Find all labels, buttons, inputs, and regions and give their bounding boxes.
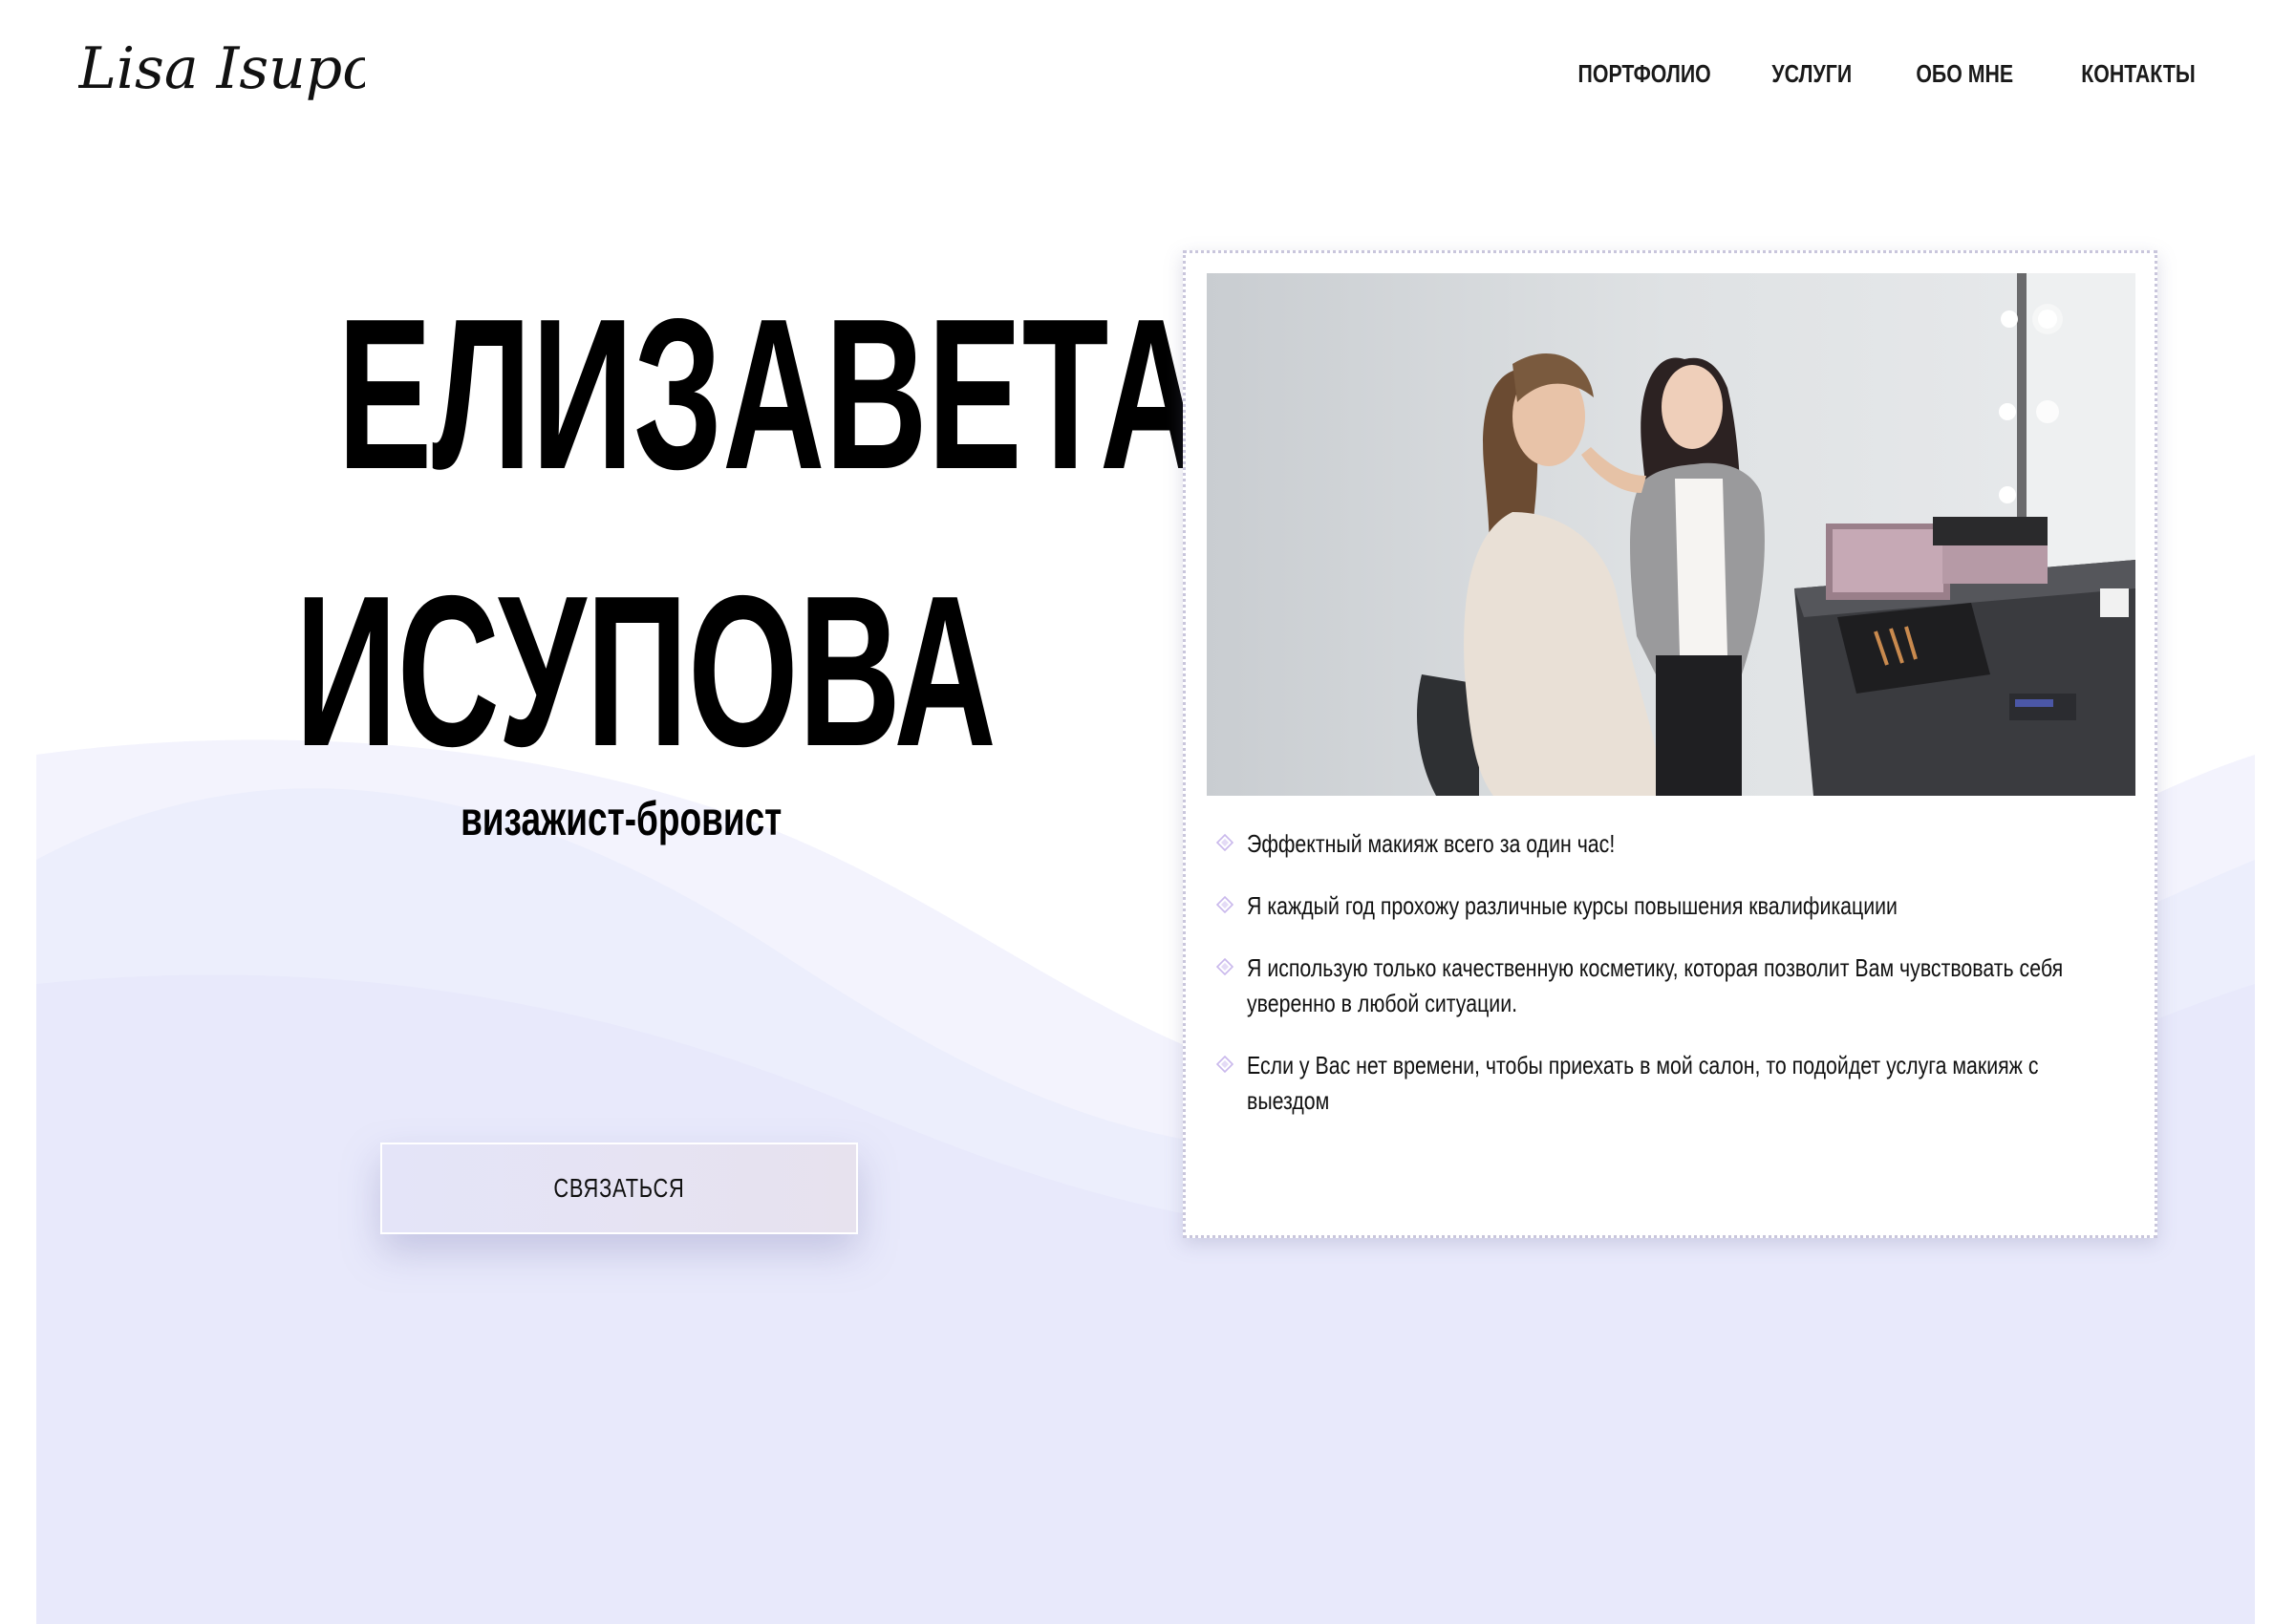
contact-button[interactable]: СВЯЗАТЬСЯ: [380, 1143, 858, 1234]
diamond-icon: [1216, 1056, 1233, 1073]
benefit-item: Я использую только качественную косметик…: [1209, 951, 2107, 1021]
benefits-list: Эффектный макияж всего за один час! Я ка…: [1209, 826, 2107, 1145]
nav-contacts[interactable]: КОНТАКТЫ: [2081, 59, 2196, 89]
main-nav: ПОРТФОЛИО УСЛУГИ ОБО МНЕ КОНТАКТЫ: [1549, 59, 2196, 89]
diamond-icon: [1216, 834, 1233, 851]
contact-button-label: СВЯЗАТЬСЯ: [553, 1173, 685, 1203]
nav-services[interactable]: УСЛУГИ: [1771, 59, 1852, 89]
hero-first-name: ЕЛИЗАВЕТА: [337, 273, 1203, 514]
logo-signature: Lisa Isupova: [78, 35, 365, 102]
benefit-item: Эффектный макияж всего за один час!: [1209, 826, 2107, 862]
svg-text:Lisa Isupova: Lisa Isupova: [78, 35, 365, 102]
hero-last-name: ИСУПОВА: [294, 550, 997, 791]
diamond-icon: [1216, 896, 1233, 913]
makeup-photo: [1207, 273, 2135, 796]
diamond-icon: [1216, 958, 1233, 975]
nav-portfolio[interactable]: ПОРТФОЛИО: [1578, 59, 1711, 89]
benefit-item: Если у Вас нет времени, чтобы приехать в…: [1209, 1048, 2107, 1119]
benefit-item: Я каждый год прохожу различные курсы пов…: [1209, 888, 2107, 924]
hero-subtitle: визажист-бровист: [460, 792, 783, 845]
makeup-photo-illustration: [1207, 273, 2135, 796]
nav-about[interactable]: ОБО МНЕ: [1916, 59, 2013, 89]
info-card: Эффектный макияж всего за один час! Я ка…: [1183, 250, 2157, 1238]
logo[interactable]: Lisa Isupova: [78, 27, 365, 118]
